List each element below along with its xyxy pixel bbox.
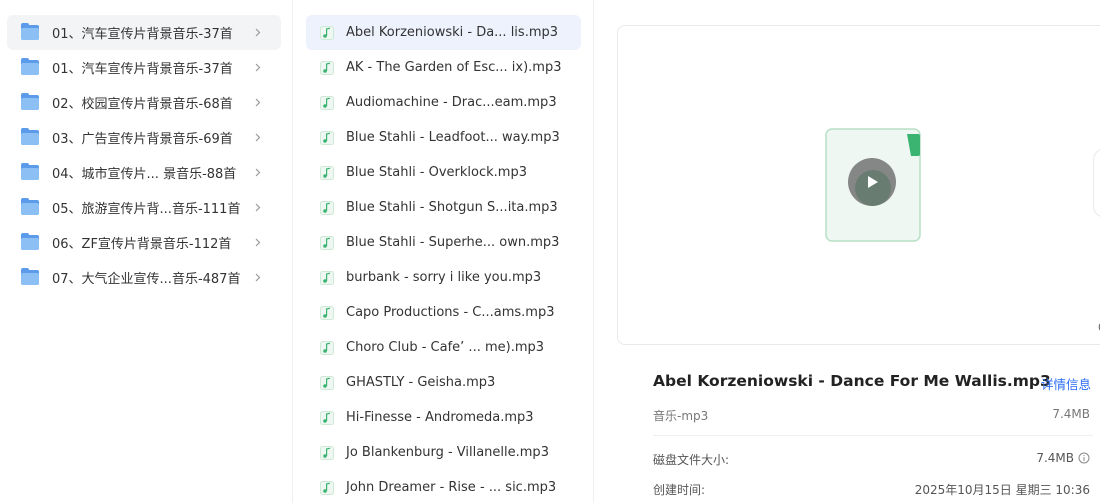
music-note-icon xyxy=(320,95,334,110)
folder-label: 06、ZF宣传片背景音乐-112首 xyxy=(52,237,232,252)
folder-label: 04、城市宣传片... 景音乐-88首 xyxy=(52,167,237,182)
file-label: GHASTLY - Geisha.mp3 xyxy=(346,375,496,390)
file-panel: Abel Korzeniowski - Da... lis.mp3 AK - Th… xyxy=(294,0,594,503)
file-item[interactable]: burbank - sorry i like you.mp3 xyxy=(306,260,581,295)
folder-item[interactable]: 07、大气企业宣传...音乐-487首 xyxy=(7,260,281,295)
music-note-icon xyxy=(320,200,334,215)
preview-file-title: Abel Korzeniowski - Dance For Me Wallis.… xyxy=(653,372,1051,390)
file-item[interactable]: AK - The Garden of Esc... ix).mp3 xyxy=(306,50,581,85)
folder-icon xyxy=(21,163,39,180)
file-label: Hi-Finesse - Andromeda.mp3 xyxy=(346,410,534,425)
folder-panel: 01、汽车宣传片背景音乐-37首 01、汽车宣传片背景音乐-37首 02、校园宣传片… xyxy=(0,0,293,503)
folder-item[interactable]: 03、广告宣传片背景音乐-69首 xyxy=(7,120,281,155)
floating-tool-widget[interactable]: :: xyxy=(1093,148,1100,218)
file-item[interactable]: Blue Stahli - Shotgun S...ita.mp3 xyxy=(306,190,581,225)
file-label: John Dreamer - Rise - ... sic.mp3 xyxy=(346,480,557,495)
folder-icon xyxy=(21,198,39,215)
music-note-icon xyxy=(320,410,334,425)
file-type-label: 音乐-mp3 xyxy=(653,409,709,423)
folder-item[interactable]: 02、校园宣传片背景音乐-68首 xyxy=(7,85,281,120)
chevron-right-icon xyxy=(255,273,261,282)
music-note-icon xyxy=(320,25,334,40)
divider xyxy=(653,435,1093,436)
created-time-label: 创建时间: xyxy=(653,483,706,497)
file-label: burbank - sorry i like you.mp3 xyxy=(346,270,542,285)
disk-size-value: 7.4MB xyxy=(1036,451,1090,465)
file-item[interactable]: Blue Stahli - Superhe... own.mp3 xyxy=(306,225,581,260)
folder-item[interactable]: 05、旅游宣传片背...音乐-111首 xyxy=(7,190,281,225)
music-note-icon xyxy=(320,445,334,460)
folder-item[interactable]: 01、汽车宣传片背景音乐-37首 xyxy=(7,50,281,85)
file-type-size: 7.4MB xyxy=(1052,407,1090,421)
chevron-right-icon xyxy=(255,63,261,72)
music-note-icon xyxy=(320,235,334,250)
music-note-icon xyxy=(320,60,334,75)
folder-icon xyxy=(21,233,39,250)
folder-icon xyxy=(21,93,39,110)
file-item[interactable]: John Dreamer - Rise - ... sic.mp3 xyxy=(306,470,581,503)
folder-list: 01、汽车宣传片背景音乐-37首 01、汽车宣传片背景音乐-37首 02、校园宣传片… xyxy=(7,15,281,295)
file-item[interactable]: Hi-Finesse - Andromeda.mp3 xyxy=(306,400,581,435)
file-item[interactable]: GHASTLY - Geisha.mp3 xyxy=(306,365,581,400)
info-icon[interactable] xyxy=(1078,452,1090,464)
folder-icon xyxy=(21,58,39,75)
chevron-right-icon xyxy=(255,98,261,107)
folder-label: 03、广告宣传片背景音乐-69首 xyxy=(52,132,233,147)
folder-item[interactable]: 06、ZF宣传片背景音乐-112首 xyxy=(7,225,281,260)
file-item[interactable]: Jo Blankenburg - Villanelle.mp3 xyxy=(306,435,581,470)
music-note-icon xyxy=(320,480,334,495)
file-label: Abel Korzeniowski - Da... lis.mp3 xyxy=(346,25,559,40)
file-label: Blue Stahli - Overklock.mp3 xyxy=(346,165,527,180)
folder-label: 01、汽车宣传片背景音乐-37首 xyxy=(52,27,233,42)
file-item[interactable]: Blue Stahli - Leadfoot... way.mp3 xyxy=(306,120,581,155)
folder-label: 02、校园宣传片背景音乐-68首 xyxy=(52,97,233,112)
file-item[interactable]: Blue Stahli - Overklock.mp3 xyxy=(306,155,581,190)
chevron-right-icon xyxy=(255,133,261,142)
file-list: Abel Korzeniowski - Da... lis.mp3 AK - Th… xyxy=(306,15,581,503)
file-item[interactable]: Choro Club - Cafe’ ... me).mp3 xyxy=(306,330,581,365)
music-note-icon xyxy=(320,375,334,390)
disk-size-label: 磁盘文件大小: xyxy=(653,453,730,467)
preview-area: 03 :: xyxy=(617,25,1100,345)
music-note-icon xyxy=(320,165,334,180)
preview-panel: 03 :: Abel Korzeniowski - Dance For Me W… xyxy=(595,0,1100,503)
disk-size-text: 7.4MB xyxy=(1036,451,1074,465)
music-note-icon xyxy=(320,305,334,320)
file-label: Blue Stahli - Leadfoot... way.mp3 xyxy=(346,130,560,145)
details-link[interactable]: 详情信息 xyxy=(1041,374,1091,393)
music-note-icon xyxy=(320,270,334,285)
folder-item[interactable]: 04、城市宣传片... 景音乐-88首 xyxy=(7,155,281,190)
play-button[interactable] xyxy=(848,158,896,206)
folder-icon xyxy=(21,23,39,40)
file-label: Blue Stahli - Shotgun S...ita.mp3 xyxy=(346,200,558,215)
file-label: Jo Blankenburg - Villanelle.mp3 xyxy=(346,445,549,460)
folder-label: 07、大气企业宣传...音乐-487首 xyxy=(52,272,241,287)
file-label: AK - The Garden of Esc... ix).mp3 xyxy=(346,60,562,75)
folder-item[interactable]: 01、汽车宣传片背景音乐-37首 xyxy=(7,15,281,50)
folder-icon xyxy=(21,128,39,145)
chevron-right-icon xyxy=(255,203,261,212)
file-label: Blue Stahli - Superhe... own.mp3 xyxy=(346,235,560,250)
file-item[interactable]: Capo Productions - C...ams.mp3 xyxy=(306,295,581,330)
music-note-icon xyxy=(320,340,334,355)
file-label: Audiomachine - Drac...eam.mp3 xyxy=(346,95,557,110)
folder-label: 01、汽车宣传片背景音乐-37首 xyxy=(52,62,233,77)
created-time-value: 2025年10月15日 星期三 10:36 xyxy=(914,483,1090,497)
file-item[interactable]: Audiomachine - Drac...eam.mp3 xyxy=(306,85,581,120)
folder-label: 05、旅游宣传片背...音乐-111首 xyxy=(52,202,241,217)
file-item[interactable]: Abel Korzeniowski - Da... lis.mp3 xyxy=(306,15,581,50)
chevron-right-icon xyxy=(255,168,261,177)
music-note-icon xyxy=(320,130,334,145)
play-icon xyxy=(868,176,878,188)
file-label: Capo Productions - C...ams.mp3 xyxy=(346,305,555,320)
chevron-right-icon xyxy=(255,238,261,247)
chevron-right-icon xyxy=(255,28,261,37)
folder-icon xyxy=(21,268,39,285)
file-label: Choro Club - Cafe’ ... me).mp3 xyxy=(346,340,545,355)
